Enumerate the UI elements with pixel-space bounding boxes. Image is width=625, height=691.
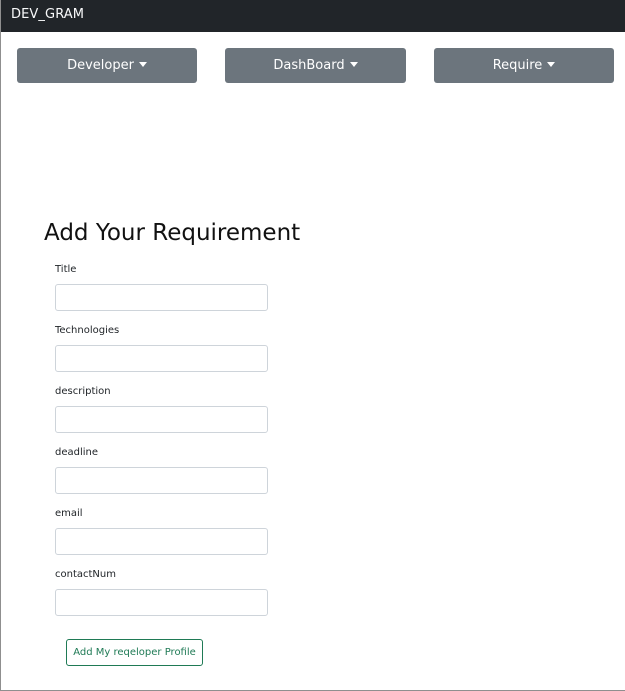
contact-number-input[interactable] — [55, 589, 268, 616]
require-dropdown-label: Require — [492, 58, 543, 73]
description-input[interactable] — [55, 406, 268, 433]
email-input[interactable] — [55, 528, 268, 555]
page: DEV_GRAM Developer DashBoard Require Add… — [0, 0, 625, 691]
top-navbar: DEV_GRAM — [1, 0, 625, 32]
caret-down-icon — [349, 62, 358, 67]
deadline-input[interactable] — [55, 467, 268, 494]
brand-name[interactable]: DEV_GRAM — [11, 7, 84, 22]
contact-number-label: contactNum — [55, 569, 116, 580]
developer-dropdown-button[interactable]: Developer — [17, 48, 197, 83]
developer-dropdown-label: Developer — [67, 58, 134, 73]
technologies-label: Technologies — [55, 325, 120, 336]
caret-down-icon — [547, 62, 556, 67]
title-label: Title — [55, 264, 77, 275]
caret-down-icon — [138, 62, 147, 67]
title-input[interactable] — [55, 284, 268, 311]
technologies-input[interactable] — [55, 345, 268, 372]
description-label: description — [55, 386, 111, 397]
page-title: Add Your Requirement — [44, 220, 301, 246]
require-dropdown-button[interactable]: Require — [434, 48, 614, 83]
submit-profile-button[interactable]: Add My reqeloper Profile — [66, 639, 203, 666]
email-label: email — [55, 508, 83, 519]
deadline-label: deadline — [55, 447, 99, 458]
dashboard-dropdown-button[interactable]: DashBoard — [225, 48, 406, 83]
dashboard-dropdown-label: DashBoard — [273, 58, 345, 73]
